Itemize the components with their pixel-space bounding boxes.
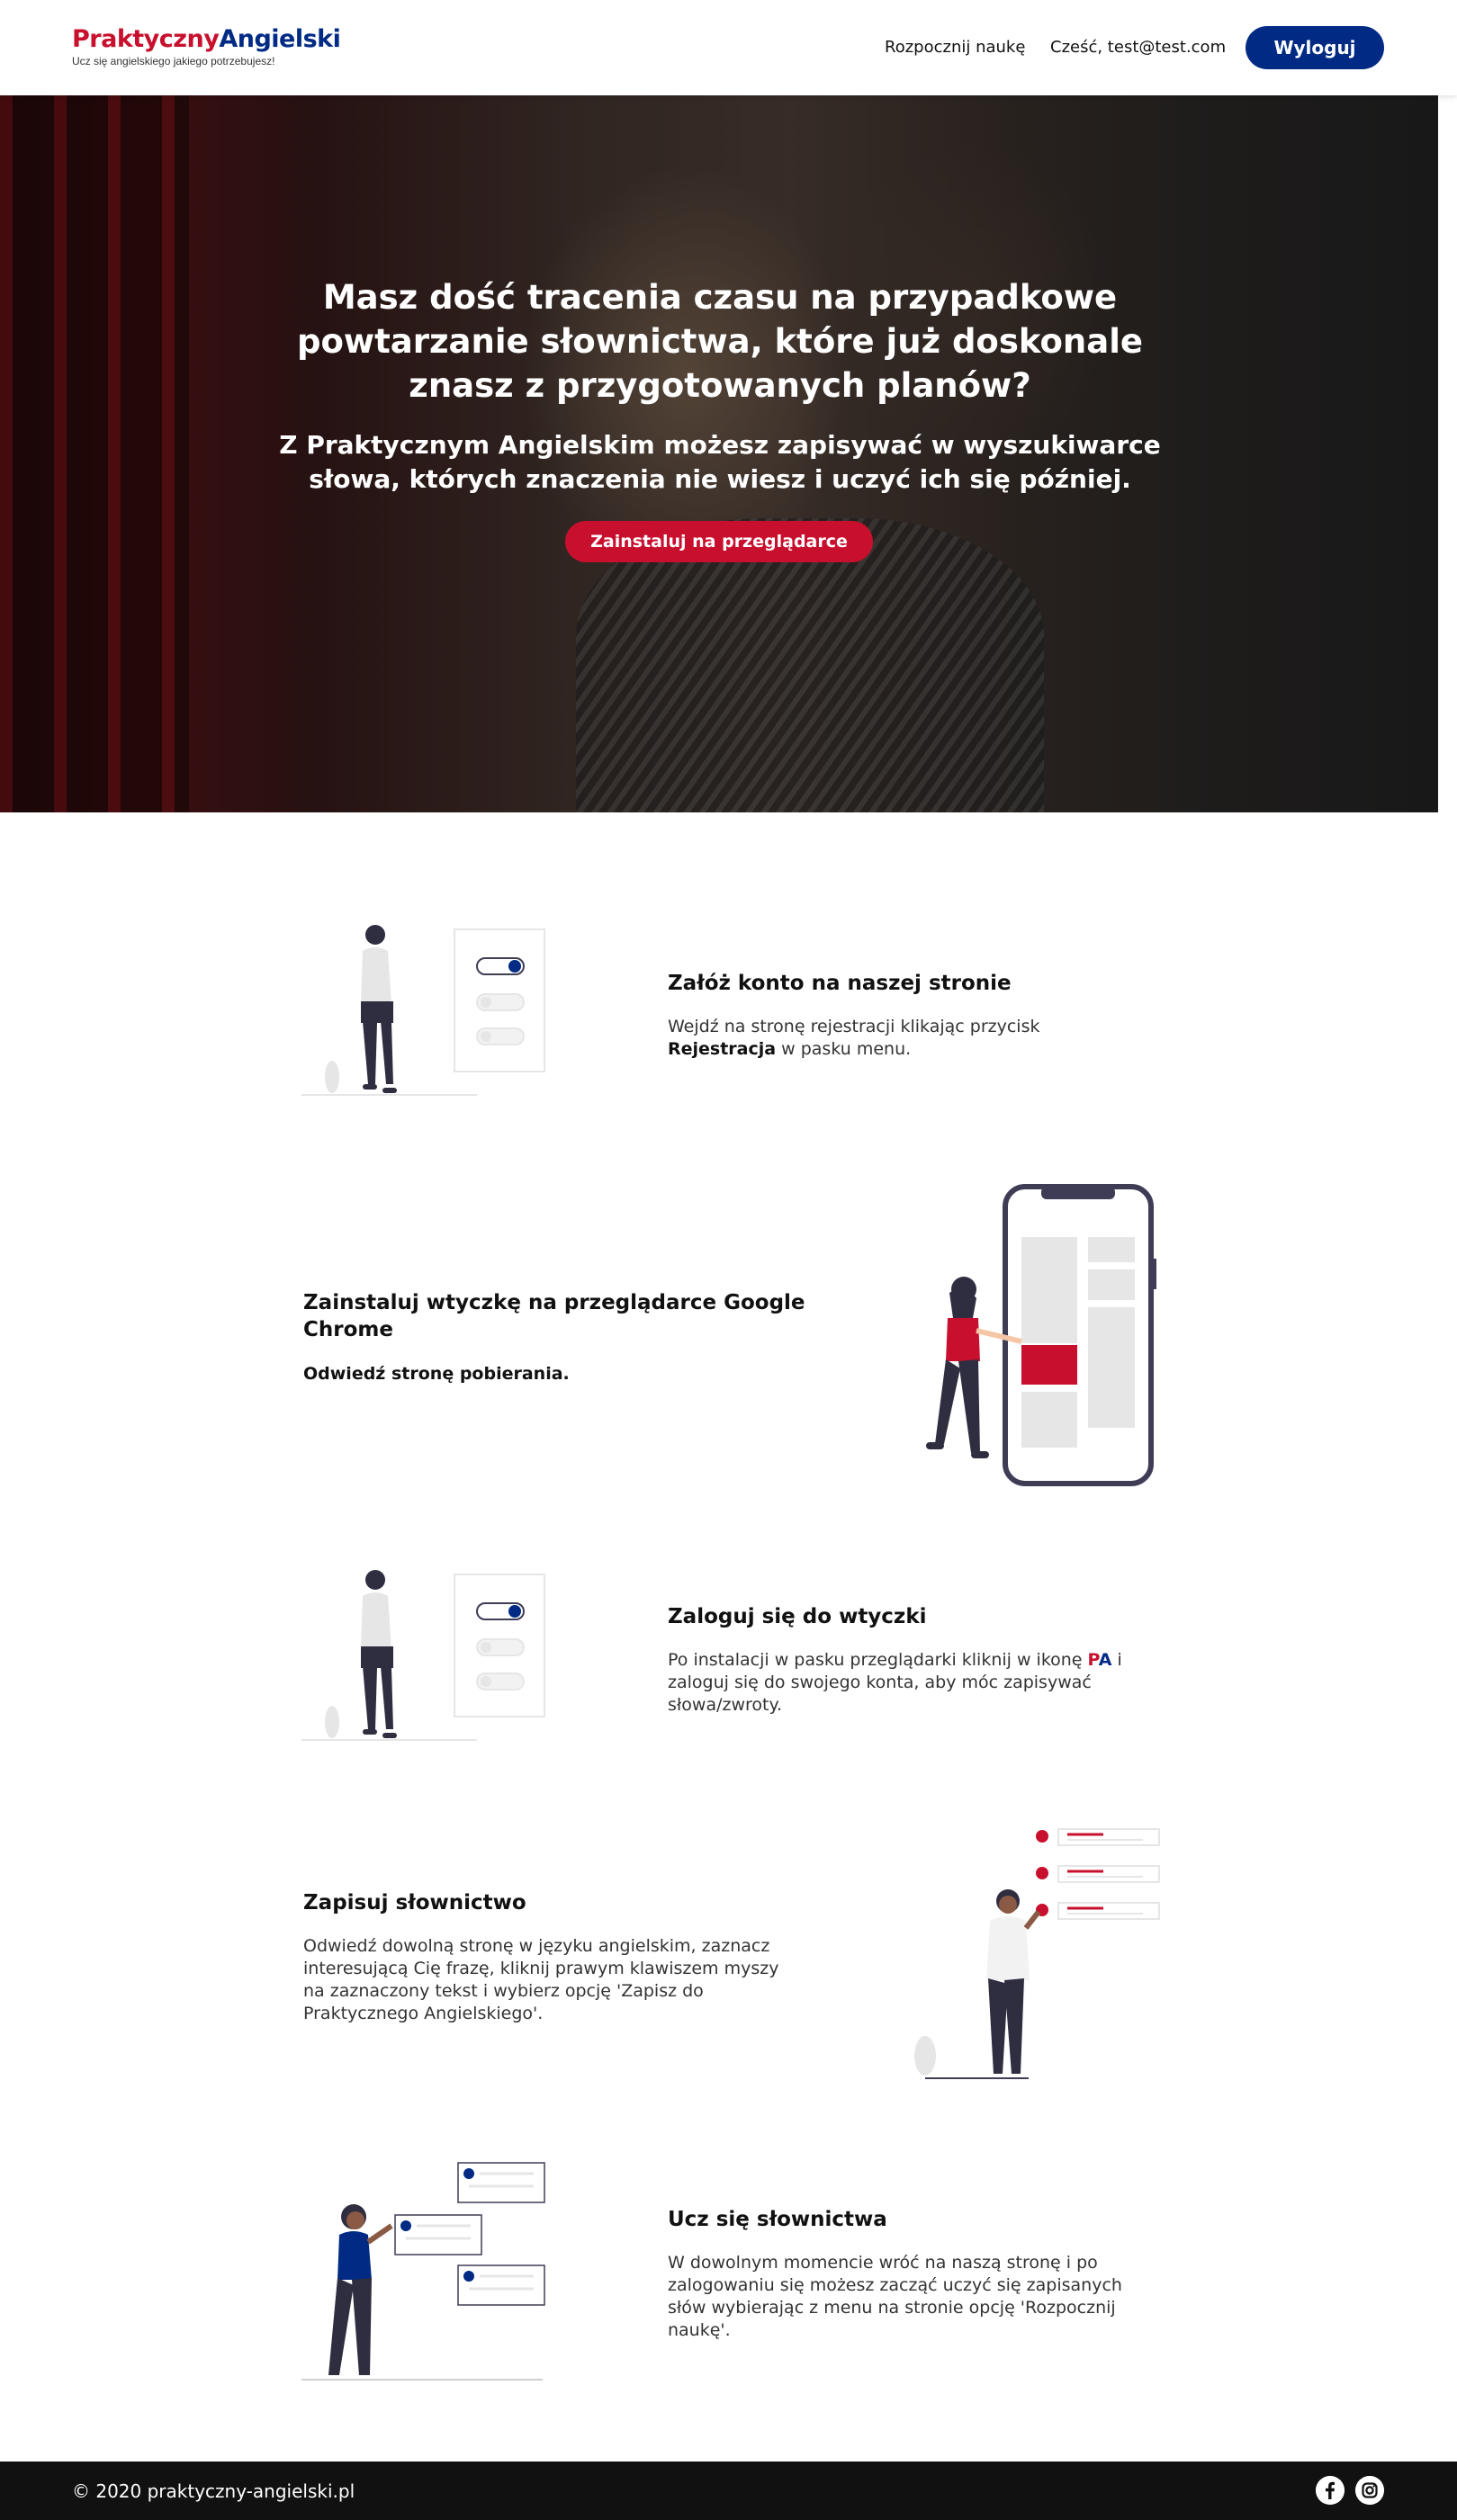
logo-title: PraktycznyAngielski [72,25,341,53]
copyright: © 2020 praktyczny-angielski.pl [72,2480,355,2502]
step-2-title: Zainstaluj wtyczkę na przeglądarce Googl… [303,1291,805,1341]
learning-cards-illustration [301,2162,545,2381]
saved-list-illustration [914,1828,1160,2079]
logo-tagline: Ucz się angielskiego jakiego potrzebujes… [72,55,275,67]
step-3-title: Zaloguj się do wtyczki [668,1605,927,1628]
step-1-text-end: w pasku menu. [776,1039,912,1059]
step-5-title: Ucz się słownictwa [668,2208,887,2231]
pa-icon-a: A [1098,1650,1112,1670]
instagram-icon[interactable] [1355,2476,1384,2505]
facebook-icon[interactable] [1316,2476,1345,2505]
step-3-text: Po instalacji w pasku przeglądarki klikn… [668,1649,1161,1717]
step-1-register-link[interactable]: Rejestracja [668,1039,776,1059]
logout-button[interactable]: Wyloguj [1246,26,1384,69]
step-1-text-start: Wejdź na stronę rejestracji klikając prz… [668,1017,1040,1036]
site-logo[interactable]: PraktycznyAngielski Ucz się angielskiego… [72,25,341,67]
step-3-text-start: Po instalacji w pasku przeglądarki klikn… [668,1650,1088,1670]
settings-toggles-illustration [301,925,545,1096]
logo-word-blue: Angielski [219,25,341,53]
hero-headline: Masz dość tracenia czasu na przypadkowe … [297,278,1143,405]
navbar: PraktycznyAngielski Ucz się angielskiego… [0,0,1457,95]
login-toggles-illustration [301,1570,545,1741]
nav-start-learning-link[interactable]: Rozpocznij naukę [885,38,1025,57]
step-2-download-link[interactable]: Odwiedź stronę pobierania. [303,1364,570,1384]
step-1-text: Wejdź na stronę rejestracji klikając prz… [668,1016,1118,1061]
phone-illustration [926,1184,1156,1486]
step-5-text: W dowolnym momencie wróć na naszą stronę… [668,2253,1122,2340]
step-4-text: Odwiedź dowolną stronę w języku angielsk… [303,1936,779,2023]
user-greeting: Cześć, test@test.com [1050,38,1227,57]
install-extension-button[interactable]: Zainstaluj na przeglądarce [565,521,873,562]
logo-word-red: Praktyczny [72,25,220,53]
step-2-text: Odwiedź stronę pobierania. [303,1363,753,1386]
hero-subheadline: Z Praktycznym Angielskim możesz zapisywa… [279,430,1161,494]
hero-banner: Masz dość tracenia czasu na przypadkowe … [0,95,1438,812]
step-1-title: Załóż konto na naszej stronie [668,972,1012,995]
pa-icon-p: P [1087,1650,1099,1670]
footer: © 2020 praktyczny-angielski.pl [0,2462,1457,2520]
step-4-title: Zapisuj słownictwo [303,1891,526,1915]
